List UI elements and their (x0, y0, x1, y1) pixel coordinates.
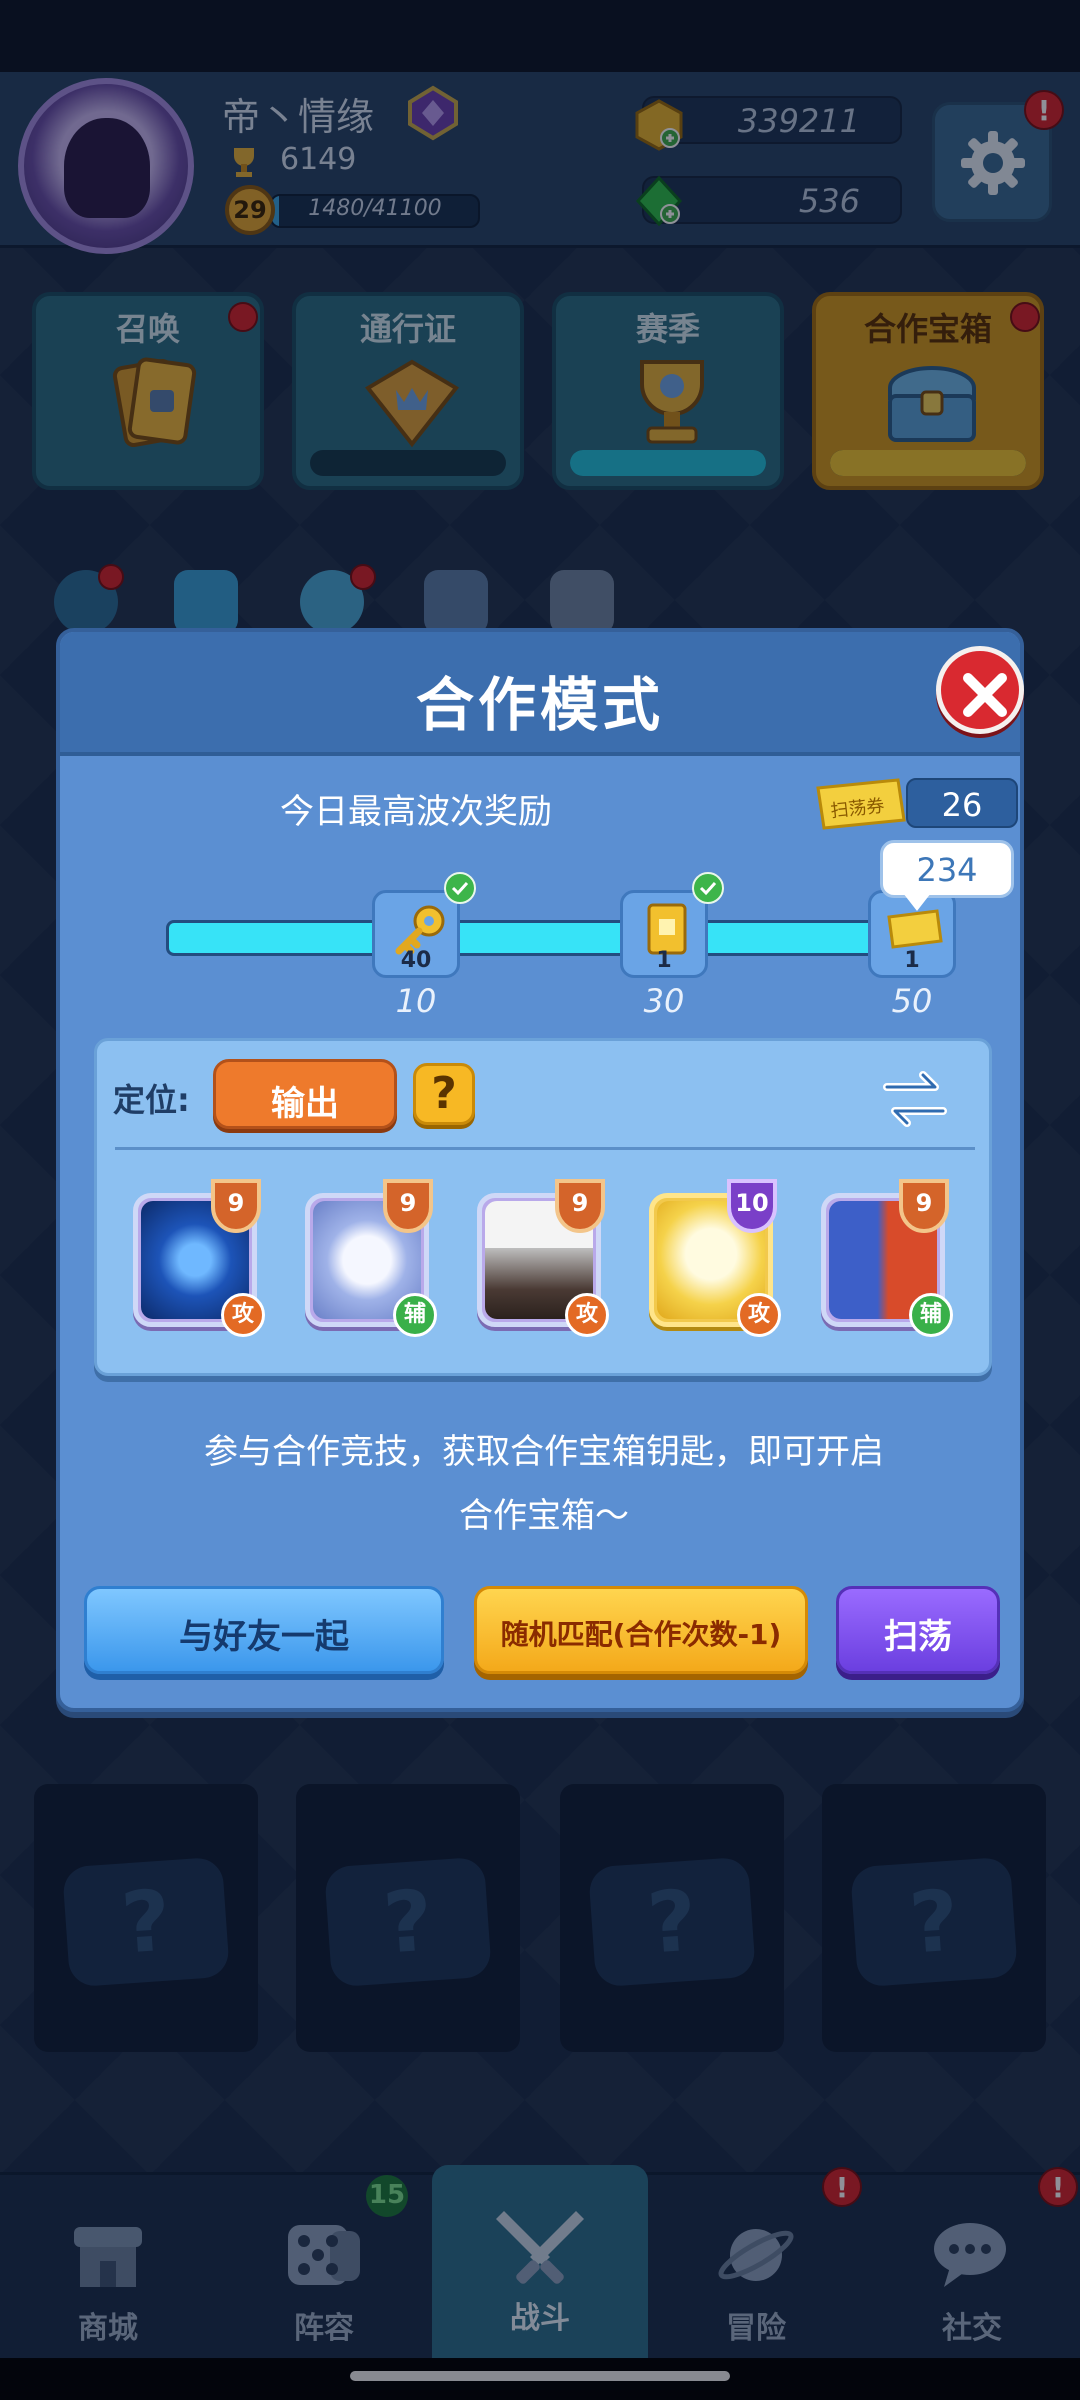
card-level-holder: 9 (379, 1175, 437, 1235)
description-line-2: 合作宝箱～ (459, 1496, 629, 1536)
close-button[interactable] (936, 646, 1024, 734)
lineup-card-twins[interactable]: 9 辅 (811, 1175, 953, 1337)
current-wave-value: 234 (916, 851, 978, 889)
card-type-badge: 攻 (221, 1293, 265, 1337)
play-with-friend-button[interactable]: 与好友一起 (84, 1586, 444, 1674)
dialog-header: 合作模式 (60, 632, 1020, 756)
current-wave-bubble: 234 (880, 840, 1014, 911)
lineup-card-lion[interactable]: 9 攻 (123, 1175, 265, 1337)
milestone-wave: 30 (643, 982, 685, 1020)
claimed-check-icon (444, 872, 476, 904)
bubble-tail (903, 893, 931, 911)
coop-mode-dialog: 合作模式 今日最高波次奖励 扫荡券 26 40 10 1 30 1 50 234… (56, 628, 1024, 1712)
milestone-reward[interactable]: 1 (620, 890, 708, 978)
card-level: 9 (399, 1189, 417, 1217)
lineup-card-moon[interactable]: 9 辅 (295, 1175, 437, 1337)
card-level-holder: 9 (551, 1175, 609, 1235)
swap-arrows-icon[interactable] (877, 1061, 953, 1137)
milestone-quantity: 1 (904, 948, 920, 973)
lineup-panel: 定位: 输出 ? 9 攻 9 辅 9 攻 10 攻 9 辅 (94, 1038, 992, 1376)
random-match-label: 随机匹配(合作次数-1) (500, 1618, 782, 1651)
sweep-button[interactable]: 扫荡 (836, 1586, 1000, 1674)
lineup-card-holy-cross[interactable]: 10 攻 (639, 1175, 781, 1337)
card-level-holder: 9 (207, 1175, 265, 1235)
card-level: 9 (571, 1189, 589, 1217)
sweep-ticket-icon: 扫荡券 (816, 778, 906, 830)
card-level: 9 (227, 1189, 245, 1217)
milestone-wave: 50 (891, 982, 933, 1020)
sweep-ticket-counter: 26 (906, 778, 1018, 828)
milestone-quantity: 40 (400, 948, 432, 973)
sweep-label: 扫荡 (884, 1617, 952, 1657)
claimed-check-icon (692, 872, 724, 904)
card-type-badge: 攻 (565, 1293, 609, 1337)
card-level-holder: 9 (895, 1175, 953, 1235)
milestone-quantity: 1 (656, 948, 672, 973)
help-button[interactable]: ? (413, 1063, 475, 1125)
card-level-holder: 10 (723, 1175, 781, 1235)
card-type-badge: 攻 (737, 1293, 781, 1337)
role-label: 定位: (113, 1081, 190, 1119)
role-value: 输出 (271, 1084, 339, 1124)
sweep-ticket-count: 26 (941, 786, 983, 824)
dialog-title: 合作模式 (415, 671, 664, 739)
card-type-badge: 辅 (393, 1293, 437, 1337)
daily-reward-title: 今日最高波次奖励 (280, 792, 552, 832)
card-type-badge: 辅 (909, 1293, 953, 1337)
random-match-button[interactable]: 随机匹配(合作次数-1) (474, 1586, 808, 1674)
wave-progress-fill (169, 923, 927, 953)
close-icon (963, 673, 1007, 717)
card-level: 9 (915, 1189, 933, 1217)
milestone-wave: 10 (395, 982, 437, 1020)
lineup-card-volcano[interactable]: 9 攻 (467, 1175, 609, 1337)
milestone-reward[interactable]: 40 (372, 890, 460, 978)
wave-progress-bar (166, 920, 930, 956)
panel-divider (115, 1147, 975, 1150)
play-with-friend-label: 与好友一起 (179, 1617, 349, 1657)
card-level: 10 (735, 1189, 769, 1217)
role-select-button[interactable]: 输出 (213, 1059, 397, 1129)
description-line-1: 参与合作竞技，获取合作宝箱钥匙，即可开启 (204, 1432, 884, 1472)
